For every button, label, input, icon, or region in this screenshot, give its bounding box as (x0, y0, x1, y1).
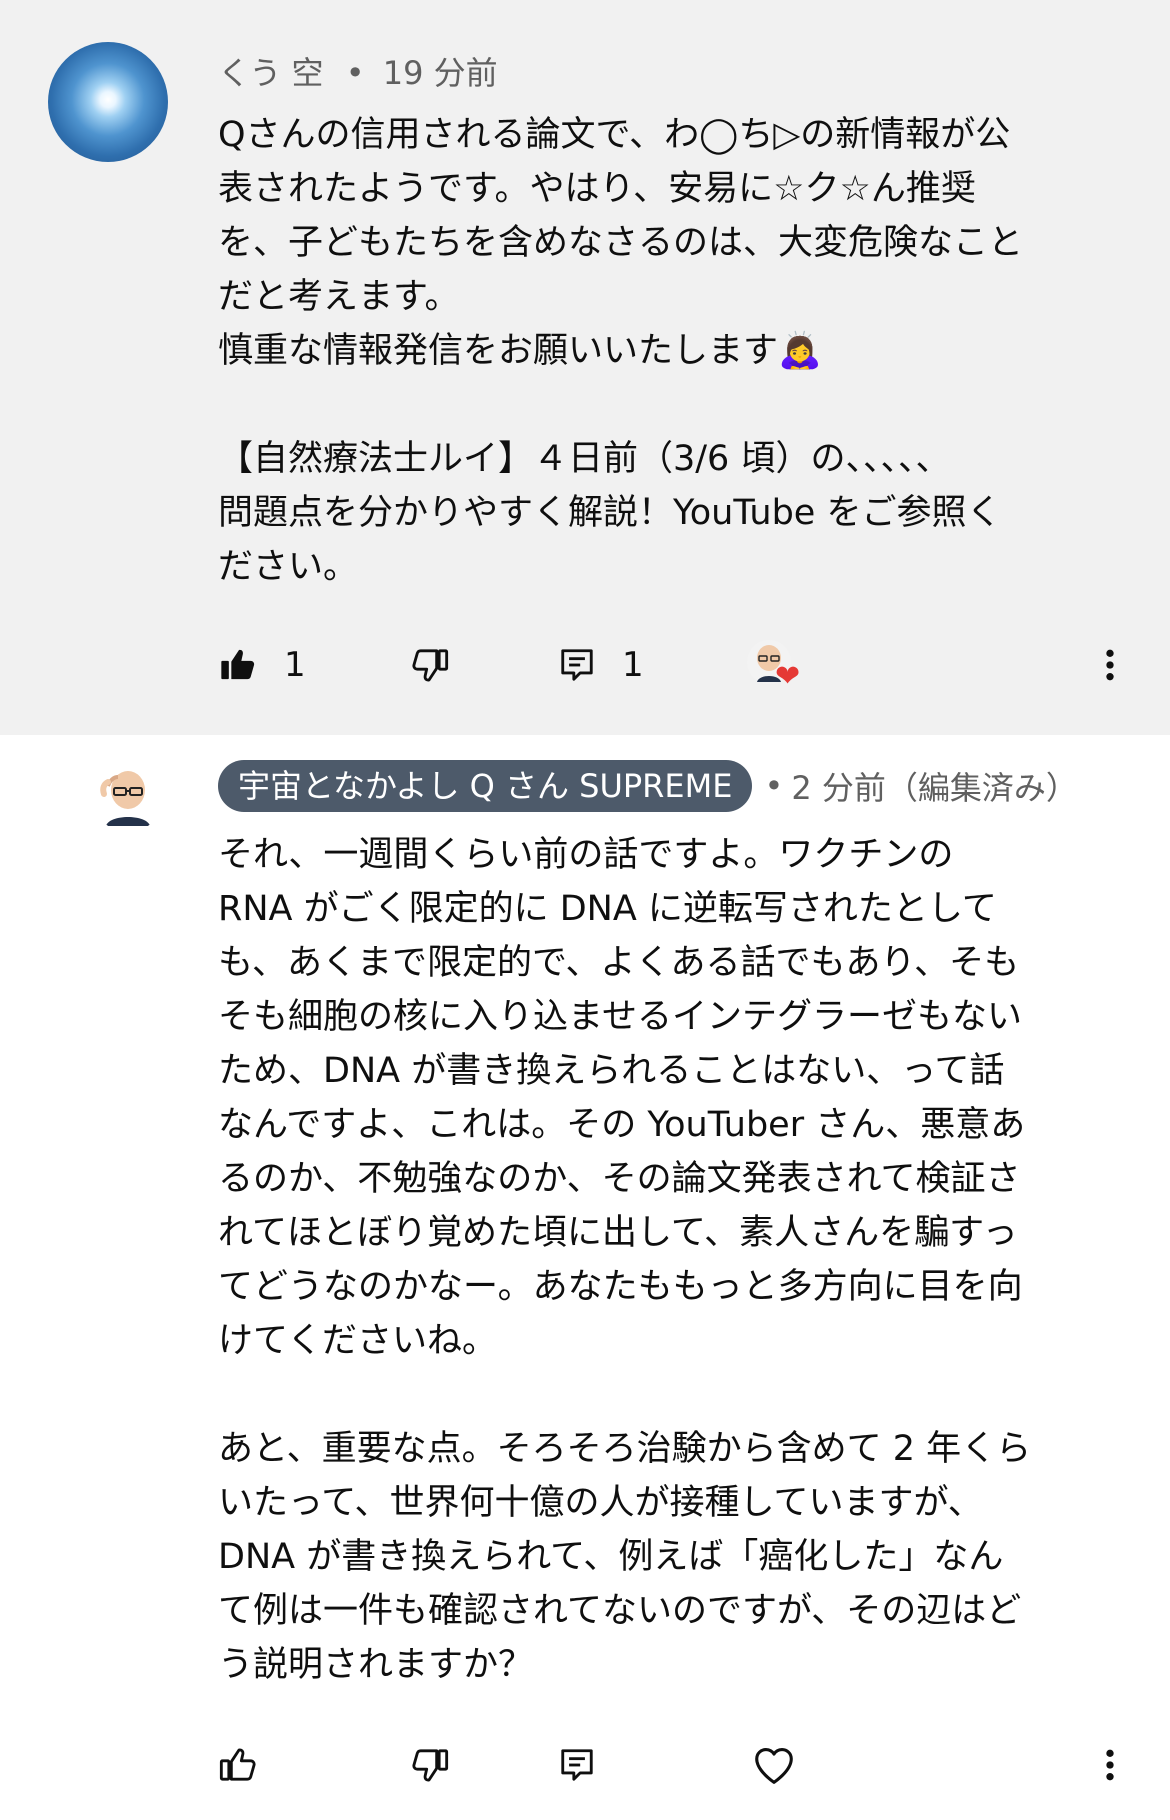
dislike-button[interactable] (410, 1730, 450, 1800)
comment-actions: 1 1 ❤ (0, 630, 1170, 700)
reply-count: 1 (622, 645, 644, 685)
like-button[interactable]: 1 (218, 630, 306, 700)
more-vertical-icon (1106, 1749, 1114, 1781)
comment-meta: 宇宙となかよし Q さん SUPREME • 2 分前（編集済み） (218, 760, 1078, 812)
heart-button[interactable] (752, 1730, 796, 1800)
thumbs-down-icon (412, 1749, 449, 1782)
comment-actions (0, 1730, 1170, 1800)
meta-separator: • (345, 54, 365, 92)
author-name[interactable]: くう 空 (218, 54, 324, 92)
reply-button[interactable] (558, 1730, 596, 1800)
comment-text: それ、一週間くらい前の話ですよ。ワクチンの RNA がごく限定的に DNA に逆… (218, 835, 1032, 1685)
reply-icon (561, 649, 593, 681)
timestamp: 2 分前（編集済み） (791, 769, 1078, 807)
heart-icon: ❤ (775, 659, 801, 694)
comment-meta: くう 空 • 19 分前 (218, 48, 498, 94)
avatar[interactable] (92, 760, 164, 832)
reply-icon (561, 1749, 593, 1781)
comment-text: Qさんの信用される論文で、わ◯ち▷の新情報が公 表されたようです。やはり、安易に… (218, 115, 1024, 587)
user-avatar-icon (93, 761, 163, 831)
more-vertical-icon (1106, 649, 1114, 681)
avatar[interactable] (48, 42, 168, 162)
creator-heart-badge: ❤ (745, 638, 801, 694)
more-options-button[interactable] (1100, 630, 1120, 700)
like-button[interactable] (218, 1730, 258, 1800)
dislike-button[interactable] (410, 630, 450, 700)
thumbs-up-filled-icon (221, 649, 255, 680)
creator-badge[interactable]: 宇宙となかよし Q さん SUPREME (218, 760, 753, 812)
comment: くう 空 • 19 分前 Qさんの信用される論文で、わ◯ち▷の新情報が公 表され… (0, 0, 1170, 735)
reply-button[interactable]: 1 (558, 630, 644, 700)
meta-separator: • (764, 767, 784, 805)
timestamp: 19 分前 (382, 54, 498, 92)
like-count: 1 (284, 645, 306, 685)
thumbs-up-icon (219, 1748, 256, 1781)
heart-outline-icon (755, 1748, 793, 1784)
more-options-button[interactable] (1100, 1730, 1120, 1800)
thumbs-down-icon (412, 649, 449, 682)
comment: 宇宙となかよし Q さん SUPREME • 2 分前（編集済み） それ、一週間… (0, 735, 1170, 1820)
